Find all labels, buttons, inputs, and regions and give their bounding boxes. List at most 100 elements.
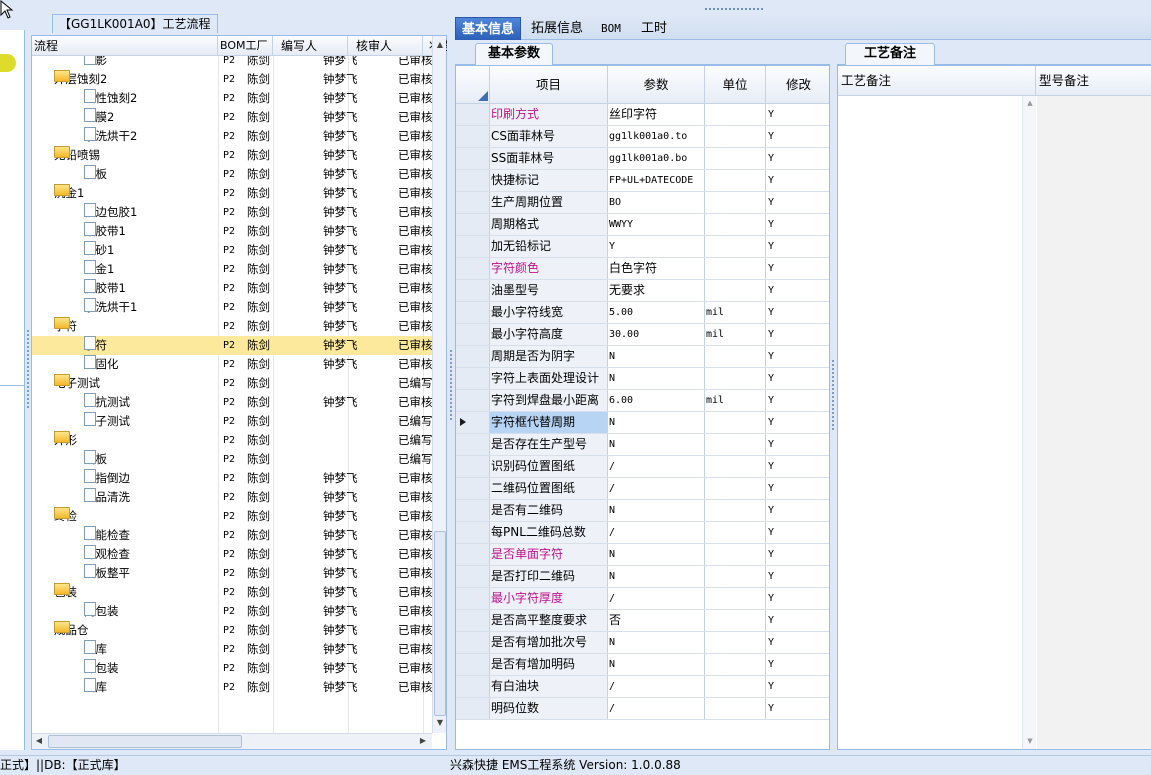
- tab-bom[interactable]: BOM: [595, 17, 627, 40]
- scroll-up-icon[interactable]: ▲: [433, 38, 447, 52]
- param-row[interactable]: 字符颜色 白色字符 Y: [456, 258, 829, 280]
- param-unit-cell[interactable]: [705, 412, 766, 433]
- param-row[interactable]: 字符上表面处理设计 N Y: [456, 368, 829, 390]
- tree-row[interactable]: 出库 P2 陈剑 钟梦飞 已审核: [32, 678, 432, 697]
- param-unit-cell[interactable]: [705, 632, 766, 653]
- param-unit-cell[interactable]: [705, 346, 766, 367]
- tree-node[interactable]: 电子测试: [84, 412, 130, 431]
- row-indicator[interactable]: [456, 500, 490, 521]
- param-row[interactable]: 字符框代替周期 N Y: [456, 412, 829, 434]
- row-indicator[interactable]: [456, 456, 490, 477]
- row-indicator[interactable]: [456, 236, 490, 257]
- tree-row[interactable]: 烘板整平 P2 陈剑 钟梦飞 已审核: [32, 564, 432, 583]
- param-modify-cell[interactable]: Y: [766, 478, 829, 499]
- tree-node[interactable]: −电子测试: [54, 374, 100, 393]
- tree-row[interactable]: −字符 P2 陈剑 钟梦飞 已审核: [32, 317, 432, 336]
- row-indicator[interactable]: [456, 412, 490, 433]
- tree-row[interactable]: −终检 P2 陈剑 钟梦飞 已审核: [32, 507, 432, 526]
- param-value-cell[interactable]: 30.00: [608, 324, 705, 345]
- top-drag-handle[interactable]: [705, 8, 765, 10]
- tree-node[interactable]: 沉金1: [84, 260, 114, 279]
- tree-row[interactable]: 外包装 P2 陈剑 钟梦飞 已审核: [32, 659, 432, 678]
- param-modify-cell[interactable]: Y: [766, 258, 829, 279]
- param-value-cell[interactable]: N: [608, 654, 705, 675]
- col-header-modify[interactable]: 修改: [766, 66, 829, 104]
- param-modify-cell[interactable]: Y: [766, 566, 829, 587]
- param-row[interactable]: 最小字符高度 30.00 mil Y: [456, 324, 829, 346]
- row-indicator[interactable]: [456, 522, 490, 543]
- param-value-cell[interactable]: 白色字符: [608, 258, 705, 279]
- param-row[interactable]: 字符到焊盘最小距离 6.00 mil Y: [456, 390, 829, 412]
- col-header-bom[interactable]: BOM工厂: [218, 36, 273, 56]
- param-row[interactable]: 油墨型号 无要求 Y: [456, 280, 829, 302]
- param-modify-cell[interactable]: Y: [766, 280, 829, 301]
- param-modify-cell[interactable]: Y: [766, 698, 829, 719]
- param-row[interactable]: 是否有增加明码 N Y: [456, 654, 829, 676]
- tree-row[interactable]: −包装 P2 陈剑 钟梦飞 已审核: [32, 583, 432, 602]
- param-value-cell[interactable]: 5.00: [608, 302, 705, 323]
- param-row[interactable]: 有白油块 / Y: [456, 676, 829, 698]
- param-unit-cell[interactable]: [705, 192, 766, 213]
- param-row[interactable]: SS面菲林号 gg1lk001a0.bo Y: [456, 148, 829, 170]
- tree-row[interactable]: −沉金1 P2 陈剑 钟梦飞 已审核: [32, 184, 432, 203]
- splitter-right[interactable]: [830, 40, 837, 750]
- tree-row[interactable]: 显影 P2 陈剑 钟梦飞 已审核: [32, 56, 432, 70]
- param-row[interactable]: 二维码位置图纸 / Y: [456, 478, 829, 500]
- tree-node[interactable]: −成品仓: [54, 621, 89, 640]
- param-row[interactable]: 生产周期位置 BO Y: [456, 192, 829, 214]
- param-unit-cell[interactable]: mil: [705, 390, 766, 411]
- tree-node[interactable]: 显影: [84, 56, 107, 70]
- tree-row[interactable]: 铣板 P2 陈剑 已编写: [32, 450, 432, 469]
- tree-node[interactable]: 撕胶带1: [84, 279, 126, 298]
- param-modify-cell[interactable]: Y: [766, 434, 829, 455]
- tree-row[interactable]: 外观检查 P2 陈剑 钟梦飞 已审核: [32, 545, 432, 564]
- param-value-cell[interactable]: N: [608, 632, 705, 653]
- subtab-basic-params[interactable]: 基本参数: [475, 43, 553, 65]
- param-row[interactable]: 加无铅标记 Y Y: [456, 236, 829, 258]
- tree-node[interactable]: 退膜2: [84, 108, 114, 127]
- tree-node[interactable]: 阻抗测试: [84, 393, 130, 412]
- param-row[interactable]: 是否打印二维码 N Y: [456, 566, 829, 588]
- tree-row[interactable]: 终固化 P2 陈剑 钟梦飞 已审核: [32, 355, 432, 374]
- param-row[interactable]: 印刷方式 丝印字符 Y: [456, 104, 829, 126]
- col-header-writer[interactable]: 编写人: [273, 36, 348, 56]
- row-indicator[interactable]: [456, 654, 490, 675]
- param-unit-cell[interactable]: [705, 434, 766, 455]
- param-row[interactable]: 最小字符线宽 5.00 mil Y: [456, 302, 829, 324]
- row-indicator[interactable]: [456, 478, 490, 499]
- param-modify-cell[interactable]: Y: [766, 654, 829, 675]
- tab-work-hours[interactable]: 工时: [635, 17, 673, 40]
- param-unit-cell[interactable]: [705, 456, 766, 477]
- param-modify-cell[interactable]: Y: [766, 170, 829, 191]
- tree-node[interactable]: 水洗烘干1: [84, 298, 137, 317]
- tree-row[interactable]: 贴胶带1 P2 陈剑 钟梦飞 已审核: [32, 222, 432, 241]
- row-indicator[interactable]: [456, 346, 490, 367]
- tree-node[interactable]: 成品清洗: [84, 488, 130, 507]
- tree-row[interactable]: −电子测试 P2 陈剑 已编写: [32, 374, 432, 393]
- hscroll-thumb[interactable]: [48, 735, 242, 748]
- tab-extended-info[interactable]: 拓展信息: [525, 17, 589, 40]
- tree-row[interactable]: 板边包胶1 P2 陈剑 钟梦飞 已审核: [32, 203, 432, 222]
- param-unit-cell[interactable]: [705, 148, 766, 169]
- row-indicator[interactable]: [456, 698, 490, 719]
- tree-node[interactable]: 内包装: [84, 602, 119, 621]
- tree-row[interactable]: 电子测试 P2 陈剑 已编写: [32, 412, 432, 431]
- tree-node[interactable]: 板边包胶1: [84, 203, 137, 222]
- tree-row[interactable]: 成品清洗 P2 陈剑 钟梦飞 已审核: [32, 488, 432, 507]
- col-header-reviewer[interactable]: 核审人: [348, 36, 423, 56]
- tree-node[interactable]: −外层蚀刻2: [54, 70, 107, 89]
- tree-node[interactable]: −无铅喷锡: [54, 146, 100, 165]
- param-modify-cell[interactable]: Y: [766, 192, 829, 213]
- process-tree-vscroll[interactable]: ▲ ▼: [432, 36, 446, 733]
- param-modify-cell[interactable]: Y: [766, 390, 829, 411]
- notes-vscroll[interactable]: ▲ ▼: [1022, 96, 1036, 749]
- param-unit-cell[interactable]: [705, 104, 766, 125]
- param-value-cell[interactable]: BO: [608, 192, 705, 213]
- scroll-down-icon[interactable]: ▼: [1023, 734, 1037, 748]
- param-unit-cell[interactable]: mil: [705, 324, 766, 345]
- tree-node[interactable]: 碱性蚀刻2: [84, 89, 137, 108]
- row-indicator[interactable]: [456, 566, 490, 587]
- tree-row[interactable]: 入库 P2 陈剑 钟梦飞 已审核: [32, 640, 432, 659]
- tree-node[interactable]: 终固化: [84, 355, 119, 374]
- tree-node[interactable]: 出库: [84, 678, 107, 697]
